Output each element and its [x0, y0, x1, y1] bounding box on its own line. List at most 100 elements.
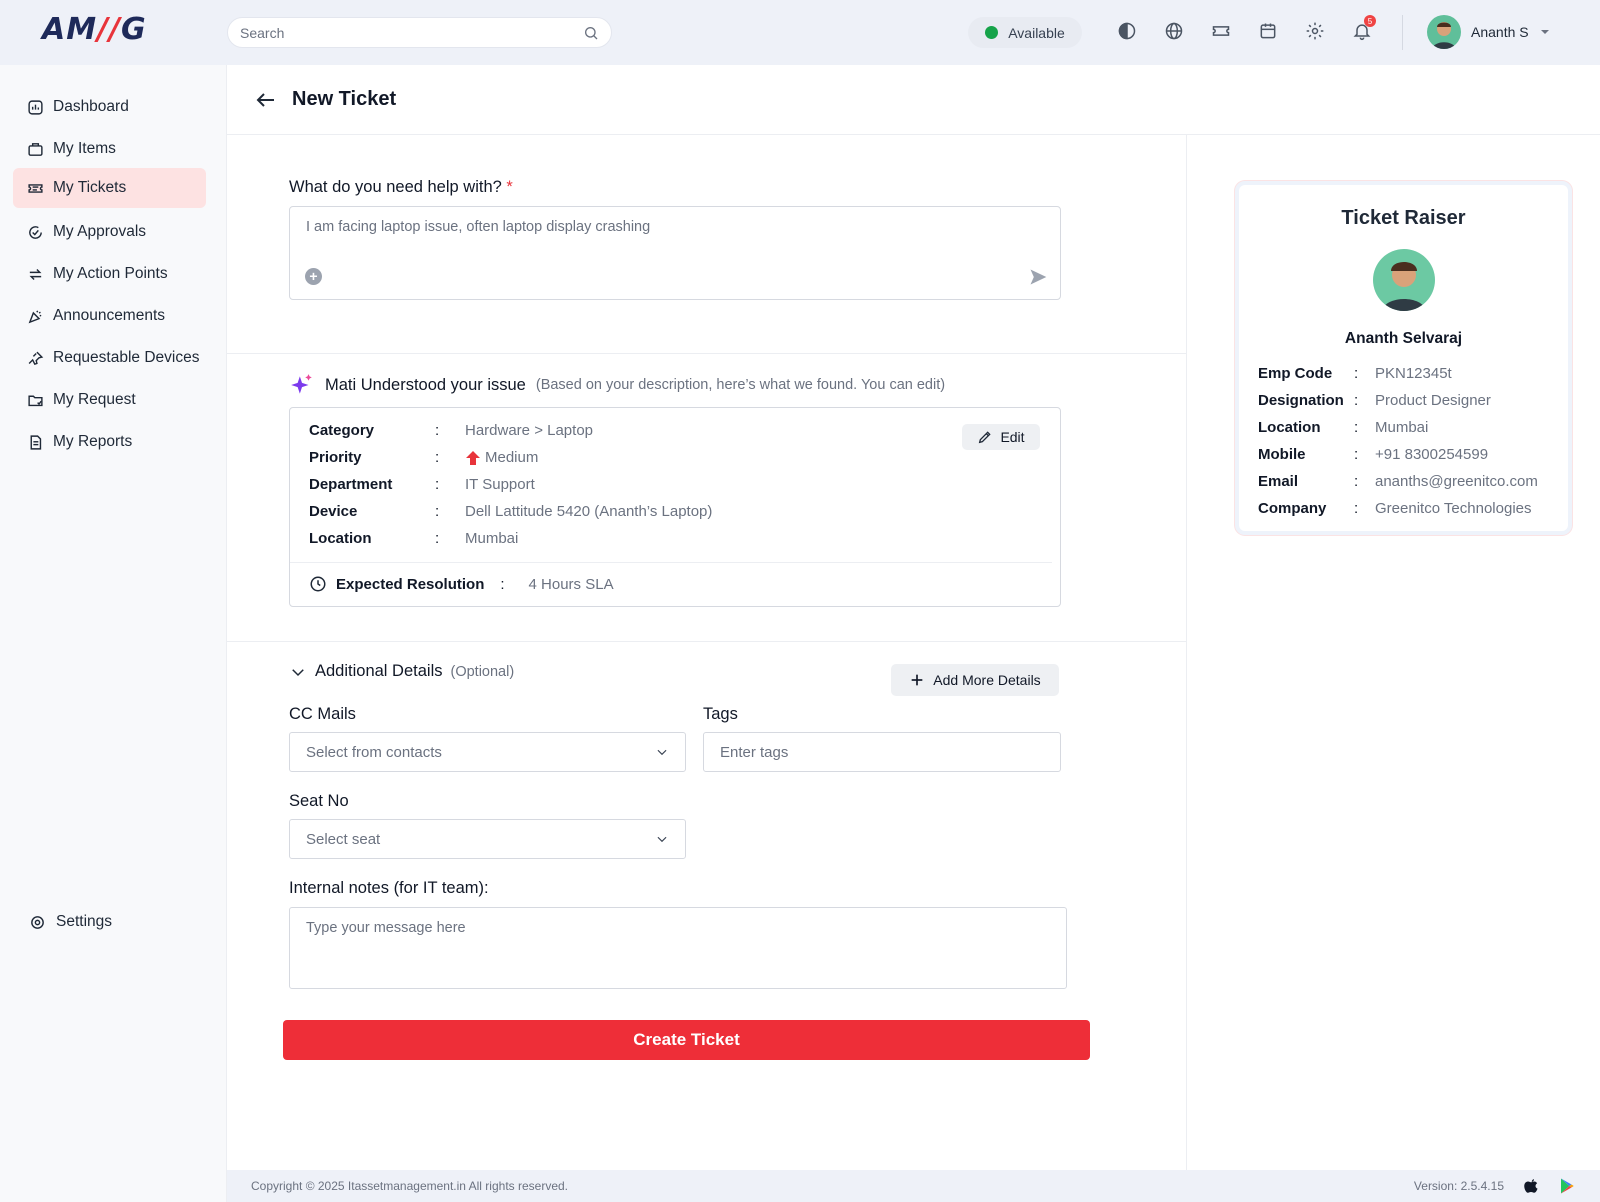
version-text: Version: 2.5.4.15: [1413, 1179, 1504, 1193]
raiser-value: Mumbai: [1375, 419, 1429, 436]
seat-no-select[interactable]: Select seat: [289, 819, 686, 859]
sidebar-item-label: My Approvals: [53, 223, 147, 240]
globe-icon[interactable]: [1161, 18, 1187, 44]
raiser-row-email: Email : ananths@greenitco.com: [1258, 473, 1538, 490]
clock-icon: [310, 576, 326, 592]
edit-button[interactable]: Edit: [962, 424, 1040, 450]
internal-notes-placeholder: Type your message here: [306, 920, 466, 936]
raiser-key: Company: [1258, 500, 1327, 517]
sidebar-item-dashboard[interactable]: Dashboard: [13, 87, 206, 127]
detail-colon: :: [435, 422, 440, 439]
raiser-name: Ananth Selvaraj: [1344, 330, 1463, 347]
ticket-raiser-title: Ticket Raiser: [1341, 207, 1466, 229]
sidebar-item-settings[interactable]: Settings: [28, 913, 112, 931]
expected-resolution: Expected Resolution : 4 Hours SLA: [309, 575, 614, 593]
raiser-row-location: Location : Mumbai: [1258, 419, 1428, 436]
additional-details-title: Additional Details: [315, 662, 443, 680]
page-title: New Ticket: [292, 88, 397, 110]
raiser-value[interactable]: ananths@greenitco.com: [1375, 473, 1538, 490]
tags-input[interactable]: Enter tags: [703, 732, 1061, 772]
gear-icon[interactable]: [1302, 18, 1328, 44]
header-icon-group: 5: [1114, 15, 1376, 44]
optional-label: (Optional): [450, 663, 515, 680]
sidebar-item-label: Announcements: [53, 307, 166, 324]
raiser-key: Designation: [1258, 392, 1344, 409]
resolution-colon: :: [500, 575, 505, 593]
mati-subtitle: (Based on your description, here’s what …: [535, 377, 946, 393]
report-icon: [26, 433, 44, 451]
ticket-form: What do you need help with? * I am facin…: [227, 135, 1187, 1170]
ticket-raiser-card: Ticket Raiser Ananth Selvaraj Emp Code :…: [1235, 181, 1572, 535]
page-header: New Ticket: [227, 65, 1600, 135]
raiser-colon: :: [1354, 473, 1359, 490]
theme-icon[interactable]: [1114, 18, 1140, 44]
sidebar-item-label: Requestable Devices: [53, 349, 200, 366]
seat-no-placeholder: Select seat: [306, 830, 381, 848]
priority-up-arrow-icon: [466, 450, 480, 465]
send-icon[interactable]: [1028, 267, 1048, 287]
raiser-value: +91 8300254599: [1375, 446, 1489, 463]
sidebar-item-label: My Request: [53, 391, 136, 408]
raiser-key: Location: [1258, 419, 1321, 436]
pencil-icon: [979, 431, 992, 444]
calendar-icon[interactable]: [1255, 18, 1281, 44]
chevron-down-icon: [1540, 30, 1549, 34]
pin-icon: [26, 349, 44, 367]
help-description-input[interactable]: I am facing laptop issue, often laptop d…: [289, 206, 1061, 300]
chevron-down-icon: [657, 836, 667, 843]
add-more-label: Add More Details: [933, 672, 1041, 688]
detail-row-department: Department : IT Support: [309, 476, 535, 493]
seat-no-label: Seat No: [289, 792, 349, 810]
availability-status[interactable]: Available: [968, 17, 1082, 48]
notification-badge: 5: [1364, 15, 1376, 27]
mati-details-card: Category : Hardware > Laptop Priority : …: [289, 407, 1061, 607]
sidebar-item-my-tickets[interactable]: My Tickets: [13, 168, 206, 208]
sidebar-item-label: My Tickets: [53, 179, 127, 196]
back-arrow-icon[interactable]: [254, 88, 278, 112]
detail-key: Department: [309, 476, 393, 493]
raiser-colon: :: [1354, 446, 1359, 463]
tags-placeholder: Enter tags: [720, 743, 789, 761]
detail-value: Dell Lattitude 5420 (Ananth’s Laptop): [465, 503, 713, 520]
sidebar-item-requestable-devices[interactable]: Requestable Devices: [13, 338, 206, 378]
sidebar-item-announcements[interactable]: Announcements: [13, 296, 206, 336]
play-store-icon[interactable]: [1558, 1177, 1576, 1195]
detail-row-device: Device : Dell Lattitude 5420 (Ananth’s L…: [309, 503, 712, 520]
search-input[interactable]: Search: [227, 17, 612, 48]
user-menu[interactable]: Ananth S: [1427, 15, 1551, 49]
raiser-colon: :: [1354, 365, 1359, 382]
detail-value: Hardware > Laptop: [465, 422, 593, 439]
detail-colon: :: [435, 530, 440, 547]
arrows-icon: [26, 265, 44, 283]
create-ticket-button[interactable]: Create Ticket: [283, 1020, 1090, 1060]
sidebar-item-label: My Items: [53, 140, 116, 157]
raiser-colon: :: [1354, 500, 1359, 517]
section-divider: [227, 353, 1187, 354]
detail-value: Mumbai: [465, 530, 519, 547]
cc-mails-select[interactable]: Select from contacts: [289, 732, 686, 772]
briefcase-icon: [26, 140, 44, 158]
additional-details-toggle[interactable]: Additional Details (Optional): [289, 662, 514, 681]
internal-notes-input[interactable]: Type your message here: [289, 907, 1067, 989]
add-more-details-button[interactable]: Add More Details: [891, 664, 1059, 696]
sidebar-item-my-request[interactable]: My Request: [13, 380, 206, 420]
sidebar-item-my-items[interactable]: My Items: [13, 129, 206, 169]
mati-title: Mati Understood your issue: [325, 375, 526, 394]
chevron-down-icon: [657, 749, 667, 756]
avatar: [1373, 249, 1435, 311]
help-question-label: What do you need help with? *: [289, 178, 513, 197]
plus-icon: [911, 674, 923, 686]
sidebar-item-my-approvals[interactable]: My Approvals: [13, 212, 206, 252]
sidebar-item-my-reports[interactable]: My Reports: [13, 422, 206, 462]
bell-icon[interactable]: 5: [1349, 15, 1376, 44]
raiser-colon: :: [1354, 392, 1359, 409]
add-attachment-icon[interactable]: +: [305, 268, 322, 285]
sidebar-item-my-action-points[interactable]: My Action Points: [13, 254, 206, 294]
raiser-row-designation: Designation : Product Designer: [1258, 392, 1491, 409]
ticket-icon[interactable]: [1208, 18, 1234, 44]
brand-logo[interactable]: AM//G: [42, 12, 147, 47]
apple-icon[interactable]: [1522, 1176, 1540, 1196]
folder-icon: [26, 391, 44, 409]
sidebar-item-label: My Reports: [53, 433, 133, 450]
cc-mails-placeholder: Select from contacts: [306, 743, 442, 761]
